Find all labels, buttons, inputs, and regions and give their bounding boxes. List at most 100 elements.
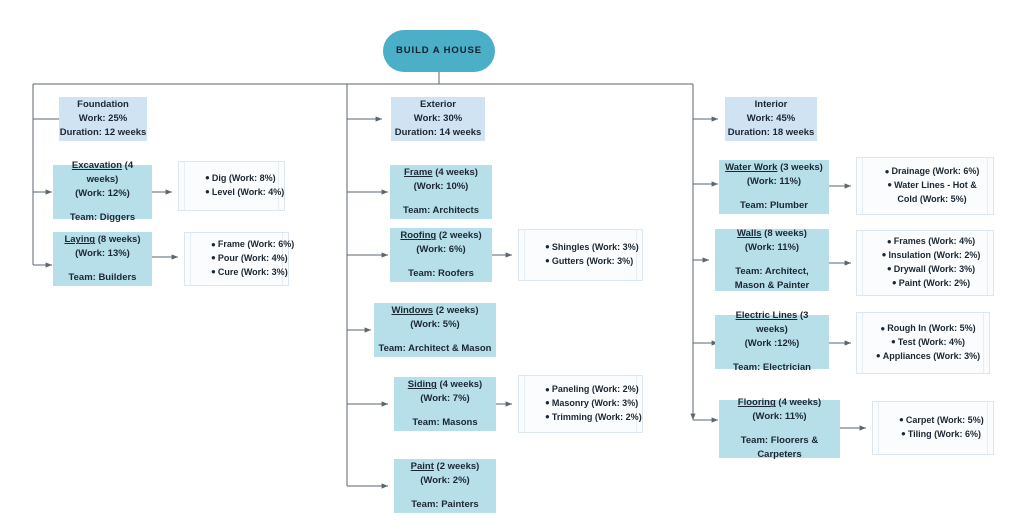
bullet-icon: ● [205,173,210,183]
subtask-box-roofing[interactable]: ● Shingles (Work: 3%) ● Gutters (Work: 3%) [518,229,643,281]
list-item: ● Pour (Work: 4%) [211,252,288,266]
task-node-windows[interactable]: Windows (2 weeks) (Work: 5%) Team: Archi… [374,303,496,357]
phase-node-exterior[interactable]: Exterior Work: 30% Duration: 14 weeks [391,97,485,141]
task-team: Team: Diggers [69,211,136,223]
subtask-label: Dig (Work: 8%) [211,173,276,184]
subtask-box-flooring[interactable]: ● Carpet (Work: 5%) ● Tiling (Work: 6%) [872,401,994,455]
task-duration: (4 weeks) [778,397,822,409]
bullet-icon: ● [545,256,550,266]
subtask-box-walls[interactable]: ● Frames (Work: 4%) ● Insulation (Work: 2%… [856,230,994,296]
task-work: (Work: 5%) [410,319,460,331]
task-node-frame[interactable]: Frame (4 weeks) (Work: 10%) Team: Archit… [390,165,492,219]
subtask-box-excavation[interactable]: ● Dig (Work: 8%) ● Level (Work: 4%) [178,161,285,211]
task-name: Electric Lines [735,310,798,322]
subtask-label: Trimming (Work: 2%) [551,411,642,422]
root-node-build-a-house[interactable]: BUILD A HOUSE [383,30,495,72]
bullet-icon: ● [886,236,892,246]
task-name: Roofing [400,230,437,242]
subtask-list: ● Shingles (Work: 3%) ● Gutters (Work: 3%) [545,241,639,269]
leaf-inner-rule-left [184,162,185,210]
subtask-box-siding[interactable]: ● Paneling (Work: 2%) ● Masonry (Work: 3%)… [518,375,643,433]
list-item: ● Tiling (Work: 6%) [899,428,983,442]
subtask-label: Water Lines - Hot & Cold (Work: 5%) [894,180,977,204]
subtask-list: ● Frame (Work: 6%) ● Pour (Work: 4%) ● Cure… [211,238,294,280]
task-team: Team: Masons [412,416,478,428]
list-item: ● Drainage (Work: 6%) [879,165,985,179]
bullet-icon: ● [890,337,896,347]
subtask-label: Paneling (Work: 2%) [551,384,639,395]
task-node-water-work[interactable]: Water Work (3 weeks) (Work: 11%) Team: P… [719,160,829,214]
subtask-list: ● Frames (Work: 4%) ● Insulation (Work: 2%… [877,235,985,291]
subtask-label: Drainage (Work: 6%) [891,166,980,177]
task-name: Siding [407,379,437,391]
task-node-electric-lines[interactable]: Electric Lines (3 weeks) (Work :12%) Tea… [715,310,829,373]
task-head: Windows (2 weeks) [391,304,478,318]
task-head: Water Work (3 weeks) [725,161,823,175]
bullet-icon: ● [891,278,897,288]
task-duration: (8 weeks) [97,234,141,246]
phase-node-interior[interactable]: Interior Work: 45% Duration: 18 weeks [725,97,817,141]
task-team: Team: Architects [402,204,480,216]
subtask-label: Shingles (Work: 3%) [551,242,639,253]
task-work: (Work :12%) [744,338,800,349]
leaf-inner-rule-left [862,313,863,373]
phase-node-foundation[interactable]: Foundation Work: 25% Duration: 12 weeks [59,97,147,141]
task-head: Frame (4 weeks) [404,166,478,180]
bullet-icon: ● [900,429,906,439]
task-node-siding[interactable]: Siding (4 weeks) (Work: 7%) Team: Masons [394,377,496,431]
task-name: Paint [410,461,434,473]
subtask-box-water-work[interactable]: ● Drainage (Work: 6%) ● Water Lines - Hot … [856,157,994,215]
root-node-label: BUILD A HOUSE [396,45,482,57]
phase-work: Work: 30% [413,113,463,125]
bullet-icon: ● [887,180,893,190]
task-node-walls[interactable]: Walls (8 weeks) (Work: 11%) Team: Archit… [715,227,829,291]
subtask-label: Carpet (Work: 5%) [905,415,984,426]
task-duration: (3 weeks) [780,162,823,174]
subtask-label: Test (Work: 4%) [897,337,966,348]
list-item: ● Masonry (Work: 3%) [545,397,638,411]
bullet-icon: ● [211,253,216,263]
subtask-label: Drywall (Work: 3%) [893,264,976,274]
task-head: Walls (8 weeks) [737,227,807,241]
subtask-box-electric-lines[interactable]: ● Rough In (Work: 5%) ● Test (Work: 4%) ● A… [856,312,990,374]
phase-name: Exterior [420,99,456,111]
task-duration: (4 weeks) [439,379,483,391]
subtask-label: Rough In (Work: 5%) [887,323,976,334]
subtask-list: ● Drainage (Work: 6%) ● Water Lines - Hot … [879,165,985,207]
leaf-inner-rule-left [862,158,863,214]
subtask-label: Paint (Work: 2%) [898,277,971,288]
list-item: ● Gutters (Work: 3%) [545,255,633,269]
leaf-inner-rule-right [987,158,988,214]
task-node-excavation[interactable]: Excavation (4 weeks) (Work: 12%) Team: D… [53,160,152,223]
list-item: ● Carpet (Work: 5%) [899,414,984,428]
subtask-label: Insulation (Work: 2%) [888,250,981,261]
list-item: ● Insulation (Work: 2%) [877,249,985,263]
subtask-list: ● Carpet (Work: 5%) ● Tiling (Work: 6%) [899,414,984,442]
task-duration: (2 weeks) [438,230,482,242]
phase-work: Work: 45% [746,113,796,125]
task-node-laying[interactable]: Laying (8 weeks) (Work: 13%) Team: Build… [53,232,152,286]
bullet-icon: ● [211,239,216,249]
task-node-flooring[interactable]: Flooring (4 weeks) (Work: 11%) Team: Flo… [719,397,840,460]
leaf-inner-rule-right [987,231,988,295]
task-work: (Work: 7%) [420,393,470,405]
task-duration: (2 weeks) [436,461,480,473]
task-team: Team: Painters [411,498,479,510]
leaf-inner-rule-right [987,402,988,454]
bullet-icon: ● [205,187,210,197]
bullet-icon: ● [211,267,216,277]
subtask-box-laying[interactable]: ● Frame (Work: 6%) ● Pour (Work: 4%) ● Cure… [184,232,294,286]
leaf-inner-rule-right [278,162,279,210]
bullet-icon: ● [545,384,550,394]
leaf-inner-rule-left [524,376,525,432]
task-node-paint-exterior[interactable]: Paint (2 weeks) (Work: 2%) Team: Painter… [394,459,496,513]
subtask-label: Appliances (Work: 3%) [882,350,981,361]
phase-duration: Duration: 18 weeks [727,126,815,138]
task-work: (Work: 6%) [416,244,466,256]
leaf-inner-rule-left [878,402,879,454]
list-item: ● Paneling (Work: 2%) [545,383,639,397]
task-head: Roofing (2 weeks) [400,229,481,243]
task-duration: (4 weeks) [435,167,478,179]
task-node-roofing[interactable]: Roofing (2 weeks) (Work: 6%) Team: Roofe… [390,228,492,282]
leaf-inner-rule-right [983,313,984,373]
